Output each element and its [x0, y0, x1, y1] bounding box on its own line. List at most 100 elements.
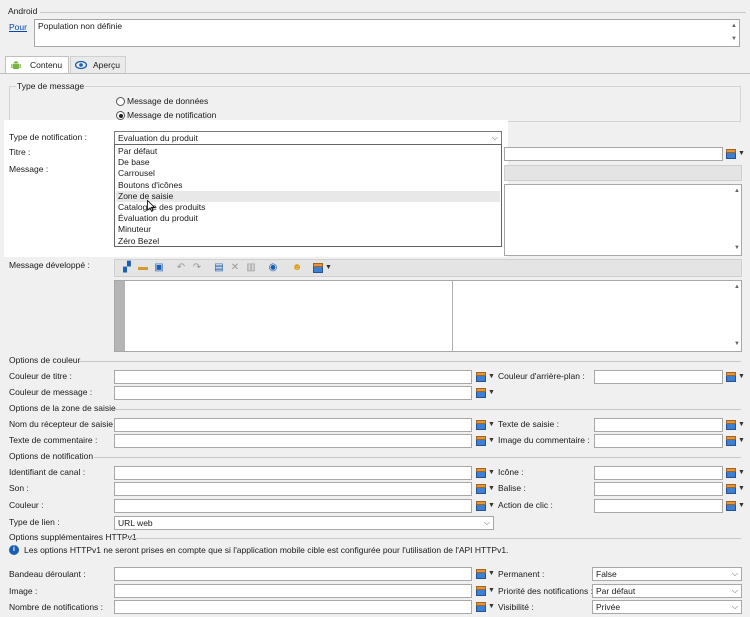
caret-down-icon[interactable]: ▼ [488, 468, 495, 478]
chevron-down-icon[interactable]: ⌵ [492, 132, 498, 144]
option-zero-bezel[interactable]: Zéro Bezel [116, 236, 500, 247]
radio-message-notification[interactable] [116, 111, 125, 120]
color-input[interactable] [114, 499, 472, 513]
option-carrousel[interactable]: Carrousel [116, 168, 500, 179]
personalization-icon[interactable] [726, 484, 736, 494]
caret-down-icon[interactable]: ▼ [488, 436, 495, 446]
copy-icon[interactable]: ▤ [213, 262, 225, 274]
background-color-input[interactable] [594, 370, 723, 384]
caret-down-icon[interactable]: ▼ [325, 263, 332, 273]
personalization-icon[interactable] [476, 484, 486, 494]
comment-image-input[interactable] [594, 434, 723, 448]
sound-input[interactable] [114, 482, 472, 496]
scroll-down-icon[interactable]: ▼ [731, 34, 737, 45]
caret-down-icon[interactable]: ▼ [488, 420, 495, 430]
option-boutons-icones[interactable]: Boutons d'icônes [116, 180, 500, 191]
caret-down-icon[interactable]: ▼ [738, 420, 745, 430]
titre-input-tail[interactable] [504, 147, 723, 161]
caret-down-icon[interactable]: ▼ [488, 501, 495, 511]
input-receiver-name-input[interactable] [114, 418, 472, 432]
personalization-icon[interactable] [726, 372, 736, 382]
personalization-icon[interactable] [726, 468, 736, 478]
paste-icon[interactable]: ▥ [245, 262, 257, 274]
notification-count-input[interactable] [114, 600, 472, 614]
notification-type-dropdown[interactable]: Par défaut De base Carrousel Boutons d'i… [114, 144, 502, 247]
personalization-icon[interactable] [476, 388, 486, 398]
personalization-icon[interactable] [476, 501, 486, 511]
caret-down-icon[interactable]: ▼ [738, 372, 745, 382]
chevron-down-icon[interactable]: ⌵ [484, 517, 490, 529]
cut-icon[interactable]: ✕ [229, 262, 241, 274]
radio-message-donnees-label[interactable]: Message de données [127, 96, 208, 107]
permanent-select[interactable]: False ⌵ [592, 567, 742, 581]
option-de-base[interactable]: De base [116, 157, 500, 168]
title-color-input[interactable] [114, 370, 472, 384]
option-evaluation-produit[interactable]: Évaluation du produit [116, 213, 500, 224]
visibility-label: Visibilité : [498, 602, 534, 612]
click-action-input[interactable] [594, 499, 723, 513]
personalization-icon[interactable] [476, 436, 486, 446]
scroll-up-icon[interactable]: ▲ [731, 21, 737, 32]
personalization-icon[interactable] [476, 372, 486, 382]
caret-down-icon[interactable]: ▼ [738, 484, 745, 494]
find-icon[interactable]: ◉ [267, 262, 279, 274]
message-textarea-tail[interactable]: ▲ ▼ [504, 184, 742, 256]
scroll-down-icon[interactable]: ▼ [734, 243, 740, 254]
scrolling-banner-input[interactable] [114, 567, 472, 581]
option-minuteur[interactable]: Minuteur [116, 224, 500, 235]
channel-id-input[interactable] [114, 466, 472, 480]
caret-down-icon[interactable]: ▼ [488, 372, 495, 382]
comment-text-input[interactable] [114, 434, 472, 448]
image-input[interactable] [114, 584, 472, 598]
scroll-down-icon[interactable]: ▼ [734, 339, 740, 350]
personalization-icon[interactable] [476, 468, 486, 478]
caret-down-icon[interactable]: ▼ [488, 388, 495, 398]
tab-contenu[interactable]: Contenu [5, 56, 69, 74]
personalization-icon[interactable] [726, 420, 736, 430]
notification-priority-select[interactable]: Par défaut ⌵ [592, 584, 742, 598]
save-icon[interactable]: ▣ [153, 262, 165, 274]
tab-strip-line [0, 73, 750, 74]
radio-message-donnees[interactable] [116, 97, 125, 106]
personalization-icon[interactable] [476, 569, 486, 579]
caret-down-icon[interactable]: ▼ [488, 586, 495, 596]
link-type-select[interactable]: URL web ⌵ [114, 516, 494, 530]
expanded-message-textarea[interactable]: ▲ ▼ [114, 280, 742, 352]
notification-type-select[interactable]: Evaluation du produit ⌵ [114, 131, 502, 145]
caret-down-icon[interactable]: ▼ [738, 149, 745, 159]
caret-down-icon[interactable]: ▼ [488, 484, 495, 494]
caret-down-icon[interactable]: ▼ [488, 602, 495, 612]
caret-down-icon[interactable]: ▼ [738, 468, 745, 478]
chevron-down-icon[interactable]: ⌵ [732, 601, 738, 613]
icon-input[interactable] [594, 466, 723, 480]
personalization-icon[interactable] [476, 420, 486, 430]
personalization-icon[interactable] [726, 149, 736, 159]
pour-field[interactable]: Population non définie ▲ ▼ [34, 19, 740, 47]
caret-down-icon[interactable]: ▼ [488, 569, 495, 579]
personalization-icon[interactable] [476, 586, 486, 596]
visibility-select[interactable]: Privée ⌵ [592, 600, 742, 614]
pour-link[interactable]: Pour [9, 22, 27, 33]
tag-input[interactable] [594, 482, 723, 496]
option-catalogue-produits[interactable]: Catalogue des produits [116, 202, 500, 213]
chevron-down-icon[interactable]: ⌵ [732, 585, 738, 597]
folder-open-icon[interactable]: ▬ [137, 262, 149, 274]
personalization-icon[interactable] [726, 501, 736, 511]
scroll-up-icon[interactable]: ▲ [734, 186, 740, 197]
option-par-defaut[interactable]: Par défaut [116, 146, 500, 157]
scroll-up-icon[interactable]: ▲ [734, 282, 740, 293]
undo-icon[interactable]: ↶ [175, 262, 187, 274]
tab-apercu[interactable]: Aperçu [70, 56, 126, 74]
personalization-icon[interactable] [726, 436, 736, 446]
personalization-icon[interactable] [476, 602, 486, 612]
emoji-icon[interactable]: ☻ [291, 262, 303, 274]
input-text-input[interactable] [594, 418, 723, 432]
chevron-down-icon[interactable]: ⌵ [732, 568, 738, 580]
caret-down-icon[interactable]: ▼ [738, 436, 745, 446]
option-zone-de-saisie[interactable]: Zone de saisie [116, 190, 500, 202]
redo-icon[interactable]: ↷ [191, 262, 203, 274]
message-color-input[interactable] [114, 386, 472, 400]
new-doc-icon[interactable]: ▞ [121, 262, 133, 274]
caret-down-icon[interactable]: ▼ [738, 501, 745, 511]
personalization-icon[interactable] [313, 263, 323, 273]
